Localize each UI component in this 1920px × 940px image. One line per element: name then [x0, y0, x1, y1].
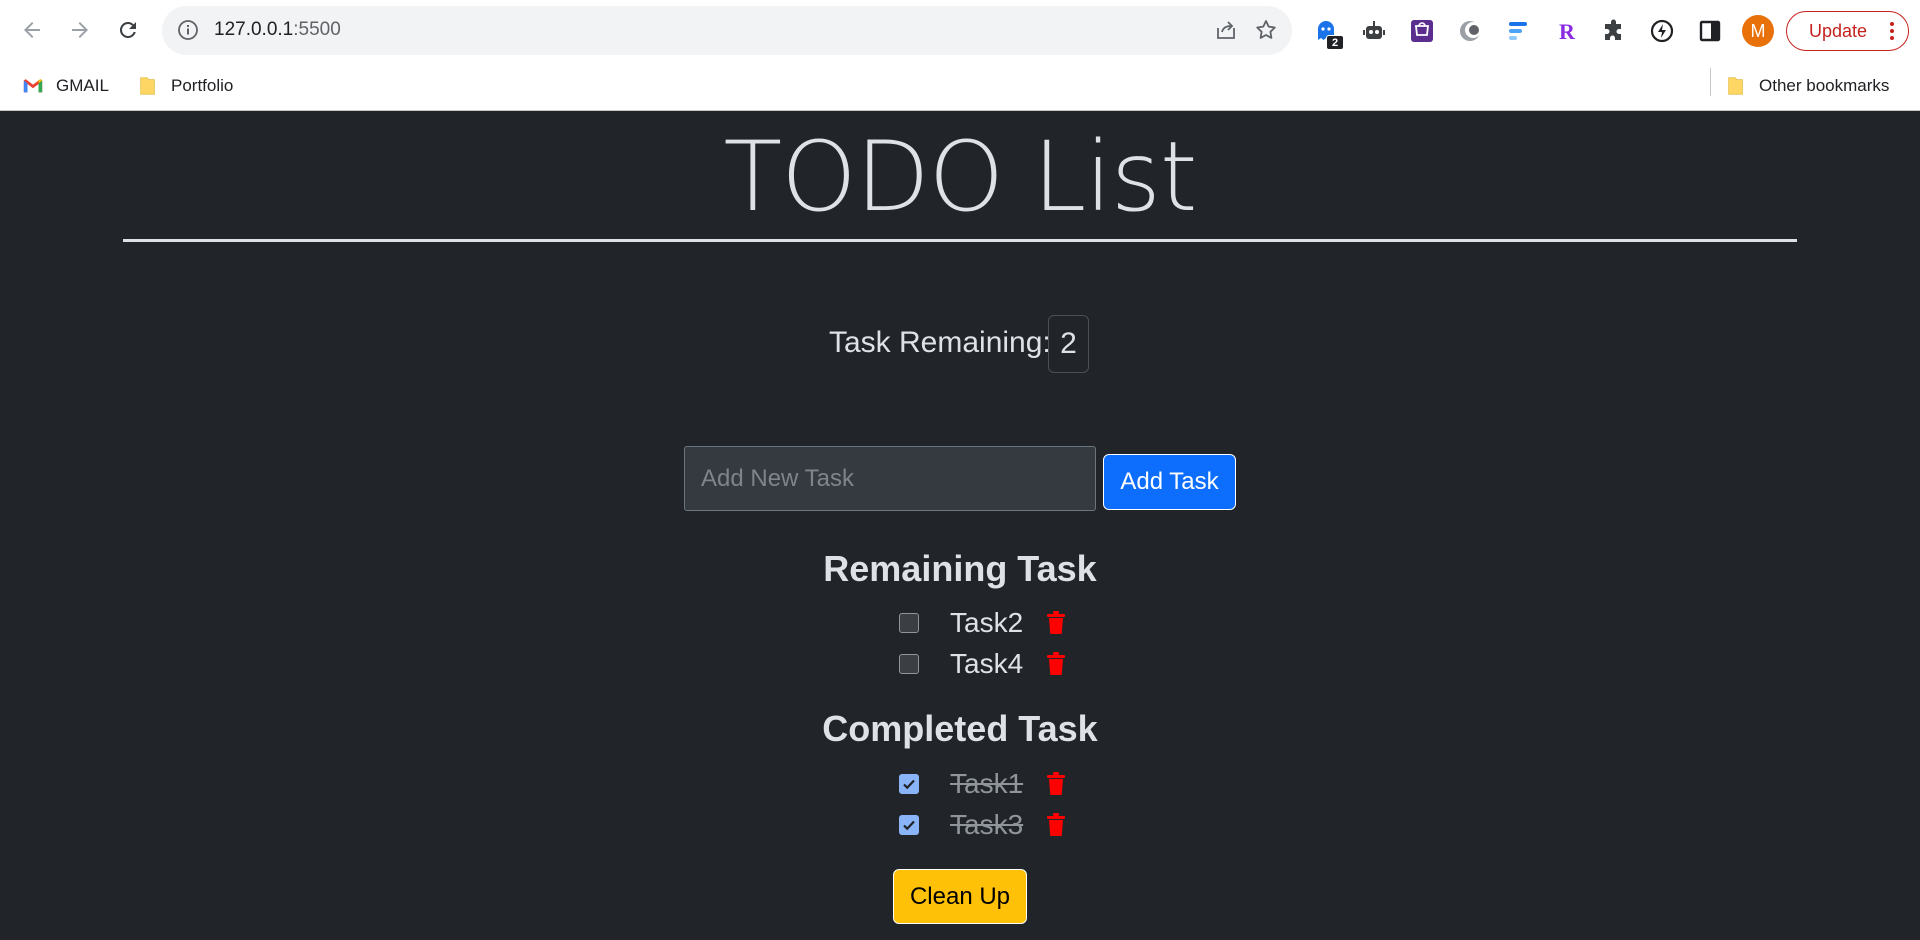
reload-icon — [119, 21, 136, 38]
address-bar[interactable]: 127.0.0.1:5500 — [162, 6, 1292, 55]
trash-icon[interactable] — [1046, 772, 1066, 796]
gmail-icon — [23, 79, 43, 93]
bookmark-gmail[interactable]: GMAIL — [22, 74, 109, 98]
trash-icon[interactable] — [1046, 652, 1066, 676]
back-arrow-icon — [24, 22, 40, 38]
back-button[interactable] — [14, 12, 50, 48]
update-button[interactable]: Update — [1786, 11, 1909, 51]
task-checkbox-checked[interactable] — [899, 815, 919, 835]
extension-badge: 2 — [1326, 35, 1344, 50]
checkmark-icon — [903, 779, 915, 790]
add-task-button[interactable]: Add Task — [1103, 454, 1236, 510]
forward-button[interactable] — [62, 12, 98, 48]
task-row-remaining-2: Task4 — [0, 647, 1920, 681]
shop-extension-icon[interactable] — [1408, 17, 1436, 45]
robot-extension-icon[interactable] — [1360, 17, 1388, 45]
share-icon[interactable] — [1214, 18, 1238, 42]
task-checkbox[interactable] — [899, 654, 919, 674]
bookmark-star-icon[interactable] — [1254, 18, 1278, 42]
remaining-label: Task Remaining: — [829, 326, 1051, 359]
bookmark-portfolio[interactable]: Portfolio — [137, 74, 233, 98]
trash-icon[interactable] — [1046, 611, 1066, 635]
folder-icon — [1728, 77, 1743, 95]
clean-up-button[interactable]: Clean Up — [893, 869, 1027, 924]
task-name: Task4 — [950, 648, 1024, 679]
task-row-completed-2: Task3 — [0, 808, 1920, 842]
task-checkbox-checked[interactable] — [899, 774, 919, 794]
completed-task-heading: Completed Task — [822, 708, 1098, 749]
task-checkbox[interactable] — [899, 613, 919, 633]
stack-extension-icon[interactable] — [1504, 17, 1532, 45]
remaining-task-heading: Remaining Task — [823, 548, 1097, 589]
bookmarks-bar: GMAIL Portfolio Other bookmarks — [0, 61, 1920, 111]
profile-avatar[interactable]: M — [1742, 15, 1774, 47]
crescent-extension-icon[interactable] — [1456, 17, 1484, 45]
site-info-icon[interactable] — [176, 18, 200, 42]
other-bookmarks[interactable]: Other bookmarks — [1725, 74, 1889, 98]
svg-text:R: R — [1559, 19, 1576, 44]
task-row-remaining-1: Task2 — [0, 606, 1920, 640]
r-extension-icon[interactable]: R — [1552, 17, 1580, 45]
checkmark-icon — [903, 820, 915, 831]
url-text: 127.0.0.1:5500 — [214, 19, 341, 40]
remaining-count-badge: 2 — [1048, 315, 1089, 373]
task-name: Task2 — [950, 607, 1024, 638]
forward-arrow-icon — [72, 22, 88, 38]
task-row-completed-1: Task1 — [0, 767, 1920, 801]
reload-button[interactable] — [110, 12, 146, 48]
page-title: TODO List — [723, 121, 1197, 233]
task-name-completed: Task3 — [950, 809, 1024, 840]
puzzle-extensions-icon[interactable] — [1600, 17, 1628, 45]
menu-dots-icon — [1890, 22, 1894, 40]
new-task-input[interactable] — [684, 446, 1096, 511]
side-panel-icon[interactable] — [1696, 17, 1724, 45]
bolt-extension-icon[interactable] — [1648, 17, 1676, 45]
folder-icon — [140, 77, 155, 95]
trash-icon[interactable] — [1046, 813, 1066, 837]
task-name-completed: Task1 — [950, 768, 1024, 799]
bookmarks-separator — [1710, 68, 1711, 96]
title-divider — [123, 239, 1797, 242]
browser-toolbar: 127.0.0.1:5500 2 R M Update — [0, 0, 1920, 61]
